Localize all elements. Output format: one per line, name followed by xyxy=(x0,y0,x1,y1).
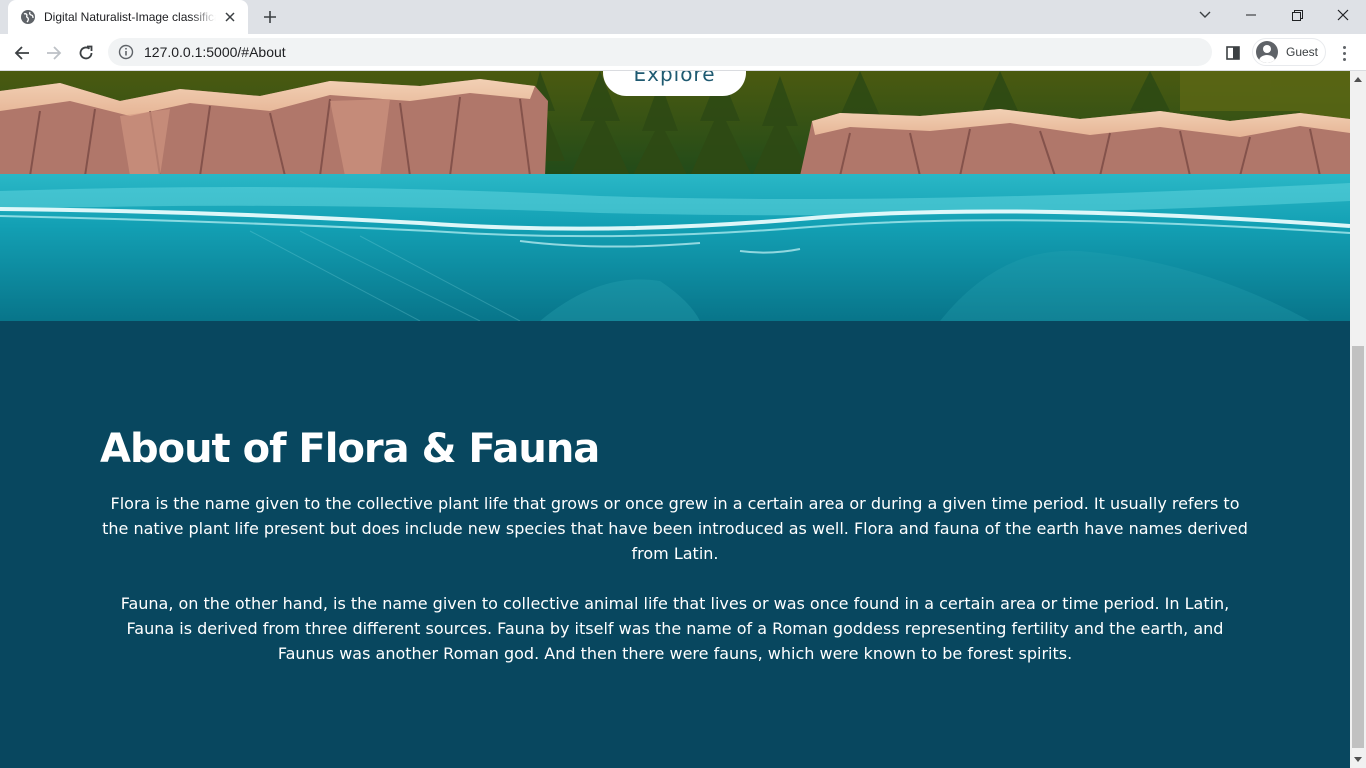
browser-tab[interactable]: Digital Naturalist-Image classification xyxy=(8,0,248,34)
scrollbar-thumb[interactable] xyxy=(1352,346,1364,748)
scroll-up-arrow-icon[interactable] xyxy=(1350,71,1366,87)
side-panel-icon xyxy=(1226,46,1240,60)
profile-name: Guest xyxy=(1286,45,1319,59)
restore-icon[interactable] xyxy=(1274,0,1320,30)
side-panel-button[interactable] xyxy=(1222,42,1244,64)
scroll-down-arrow-icon[interactable] xyxy=(1350,752,1366,768)
close-tab-icon[interactable] xyxy=(222,9,238,25)
about-title: About of Flora & Fauna xyxy=(100,426,600,472)
profile-button[interactable]: Guest xyxy=(1252,38,1326,66)
hero-illustration: Explore xyxy=(0,71,1350,321)
minimize-icon[interactable] xyxy=(1228,0,1274,30)
browser-toolbar: 127.0.0.1:5000/#About Guest xyxy=(0,34,1366,71)
info-icon[interactable] xyxy=(118,44,134,60)
explore-button[interactable]: Explore xyxy=(603,71,746,96)
fauna-paragraph: Fauna, on the other hand, is the name gi… xyxy=(120,594,1230,663)
reload-button[interactable] xyxy=(72,39,100,67)
browser-tab-strip: Digital Naturalist-Image classification xyxy=(0,0,1366,34)
back-button[interactable] xyxy=(8,39,36,67)
forward-arrow-icon xyxy=(47,46,62,60)
reload-icon xyxy=(79,45,93,60)
page-viewport: Explore About of Flora & Fauna Flora is … xyxy=(0,71,1366,768)
flora-paragraph: Flora is the name given to the collectiv… xyxy=(102,494,1248,563)
landscape-illustration xyxy=(0,71,1350,321)
menu-icon[interactable] xyxy=(1336,42,1352,64)
forward-button[interactable] xyxy=(40,39,68,67)
address-bar[interactable]: 127.0.0.1:5000/#About xyxy=(108,38,1212,66)
vertical-scrollbar[interactable] xyxy=(1350,71,1366,768)
tab-title: Digital Naturalist-Image classification xyxy=(44,10,216,24)
url-text: 127.0.0.1:5000/#About xyxy=(144,44,286,60)
new-tab-button[interactable] xyxy=(260,7,280,27)
tab-search-icon[interactable] xyxy=(1182,0,1228,30)
close-window-icon[interactable] xyxy=(1320,0,1366,30)
globe-icon xyxy=(21,10,35,24)
about-section: About of Flora & Fauna Flora is the name… xyxy=(0,321,1350,768)
avatar xyxy=(1256,41,1278,63)
back-arrow-icon xyxy=(14,46,29,60)
